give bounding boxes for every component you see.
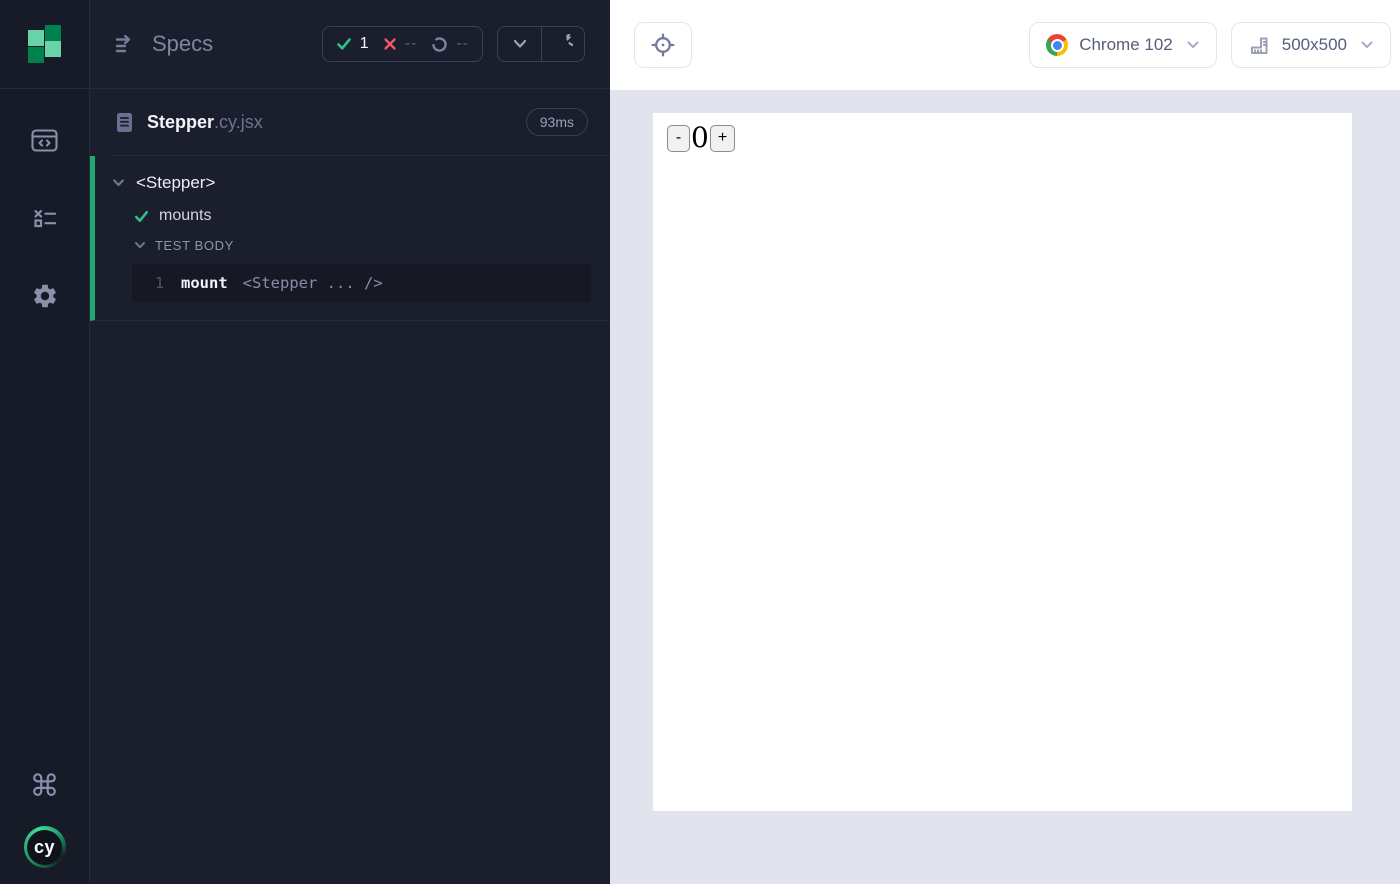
- refresh-icon: [553, 34, 573, 54]
- selector-playground-button[interactable]: [634, 22, 692, 68]
- test-body-section-row[interactable]: TEST BODY: [95, 232, 610, 262]
- reporter-panel: Specs 1: [90, 0, 610, 884]
- test-list-icon: [33, 209, 57, 228]
- keyboard-shortcuts-icon[interactable]: ⌘: [30, 772, 60, 802]
- x-icon: [383, 37, 397, 51]
- crosshair-icon: [650, 32, 676, 58]
- aut-iframe: - 0 +: [653, 113, 1352, 811]
- sidebar-item-specs[interactable]: [30, 126, 60, 154]
- check-icon: [336, 36, 352, 52]
- test-body-label: TEST BODY: [155, 238, 234, 253]
- test-title: mounts: [159, 207, 211, 225]
- aut-toolbar: Chrome 102: [610, 0, 1400, 90]
- chevron-down-icon: [512, 38, 528, 50]
- aut-stage: - 0 +: [610, 90, 1400, 884]
- spec-duration-badge: 93ms: [526, 108, 588, 136]
- command-message: <Stepper ... />: [243, 274, 383, 292]
- chevron-down-icon: [1186, 40, 1200, 50]
- rerun-tests-button[interactable]: [541, 27, 584, 61]
- check-icon: [134, 209, 149, 224]
- pending-count: --: [456, 35, 469, 53]
- viewport-size-dropdown[interactable]: 500x500: [1231, 22, 1391, 68]
- command-line-number: 1: [132, 274, 164, 292]
- specs-list-arrow-icon[interactable]: [115, 35, 138, 54]
- cypress-app-window: ⌘ cy Specs: [0, 0, 1400, 884]
- failed-count: --: [405, 35, 418, 53]
- command-method: mount: [181, 274, 228, 292]
- logo-square: [45, 41, 61, 57]
- cy-logo-text: cy: [27, 830, 62, 865]
- spec-file-row[interactable]: Stepper.cy.jsx 93ms: [90, 89, 610, 155]
- test-stats[interactable]: 1 --: [322, 26, 483, 62]
- increment-button[interactable]: +: [710, 125, 735, 152]
- cypress-cy-logo[interactable]: cy: [24, 826, 66, 868]
- chevron-down-icon: [134, 241, 146, 250]
- logo-square: [28, 30, 44, 46]
- spec-extension: .cy.jsx: [214, 112, 263, 133]
- collapse-all-button[interactable]: [498, 27, 541, 61]
- cypress-grid-logo-icon[interactable]: [28, 25, 61, 63]
- stat-passed: 1: [336, 35, 369, 53]
- code-editor-icon: [31, 129, 58, 152]
- logo-square: [28, 47, 44, 63]
- suite-title: <Stepper>: [136, 173, 215, 193]
- nav-rail-items: [30, 126, 60, 310]
- logo-square: [45, 25, 61, 41]
- pending-circle-icon: [431, 36, 448, 53]
- sidebar-item-runs[interactable]: [30, 204, 60, 232]
- ruler-icon: [1248, 34, 1271, 57]
- chrome-icon: [1046, 34, 1068, 56]
- suite-block: <Stepper> mounts TEST BODY 1: [90, 156, 610, 321]
- viewport-label: 500x500: [1282, 35, 1347, 55]
- reporter-header: Specs 1: [90, 0, 610, 89]
- stepper-component: - 0 +: [653, 113, 1352, 152]
- spec-file-icon: [115, 112, 134, 133]
- decrement-button[interactable]: -: [667, 125, 690, 152]
- browser-select-dropdown[interactable]: Chrome 102: [1029, 22, 1217, 68]
- test-row[interactable]: mounts: [95, 199, 610, 232]
- spec-name: Stepper: [147, 112, 214, 133]
- stat-pending: --: [431, 35, 469, 53]
- reporter-controls: [497, 26, 585, 62]
- gear-icon: [31, 282, 59, 310]
- nav-rail-header: [0, 0, 89, 89]
- browser-label: Chrome 102: [1079, 35, 1173, 55]
- stat-failed: --: [383, 35, 418, 53]
- passed-count: 1: [360, 35, 369, 53]
- suite-row[interactable]: <Stepper>: [95, 165, 610, 199]
- reporter-title: Specs: [152, 31, 213, 57]
- chevron-down-icon: [112, 178, 125, 188]
- chevron-down-icon: [1360, 40, 1374, 50]
- command-log-row[interactable]: 1 mount <Stepper ... />: [132, 264, 591, 302]
- aut-panel: Chrome 102: [610, 0, 1400, 884]
- nav-rail: ⌘ cy: [0, 0, 90, 884]
- sidebar-item-settings[interactable]: [30, 282, 60, 310]
- stepper-count: 0: [691, 124, 709, 152]
